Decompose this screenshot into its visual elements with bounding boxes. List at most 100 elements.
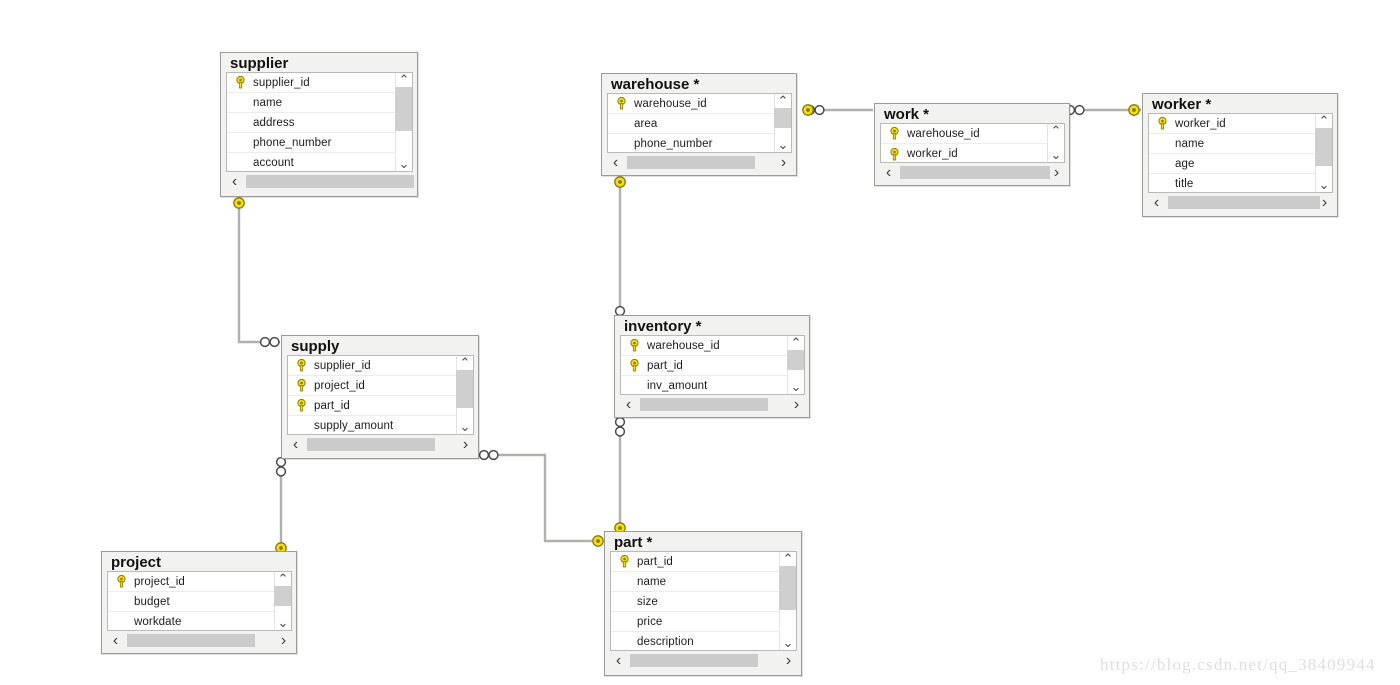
field-grid-warehouse[interactable]: warehouse_id area phone_number ⌃ ⌄ (607, 93, 792, 153)
field-row[interactable]: budget (108, 592, 291, 612)
scroll-down-icon[interactable]: ⌄ (460, 420, 471, 434)
vertical-scroll-thumb[interactable] (456, 370, 473, 408)
horizontal-scroll-thumb[interactable] (640, 397, 768, 411)
horizontal-scroll-track[interactable] (304, 437, 457, 451)
field-row[interactable]: price (611, 612, 796, 632)
field-row[interactable]: age (1149, 154, 1332, 174)
scroll-right-icon[interactable]: › (780, 652, 797, 668)
field-row[interactable]: project_id (108, 572, 291, 592)
field-row[interactable]: worker_id (1149, 114, 1332, 134)
horizontal-scroll-thumb[interactable] (1168, 195, 1320, 209)
entity-warehouse[interactable]: warehouse * warehouse_id area phone_number ⌃… (601, 73, 797, 176)
scroll-right-icon[interactable]: › (1048, 164, 1065, 180)
field-row[interactable]: warehouse_id (881, 124, 1064, 144)
entity-project[interactable]: project project_id budget workdate ⌃ ⌄ ‹ › (101, 551, 297, 654)
scroll-left-icon[interactable]: ‹ (607, 154, 624, 170)
scroll-left-icon[interactable]: ‹ (880, 164, 897, 180)
field-row[interactable]: warehouse_id (608, 94, 791, 114)
field-grid-part[interactable]: part_id name size price description ⌃ ⌄ (610, 551, 797, 651)
scroll-right-icon[interactable]: › (275, 632, 292, 648)
horizontal-scroll-thumb[interactable] (307, 437, 435, 451)
vertical-scroll-thumb[interactable] (395, 87, 412, 131)
entity-worker[interactable]: worker * worker_id name age title ⌃ ⌄ ‹ › (1142, 93, 1338, 217)
field-row[interactable]: part_id (288, 396, 473, 416)
field-row[interactable]: description (611, 632, 796, 650)
field-row[interactable]: supplier_id (227, 73, 412, 93)
horizontal-scroll-track[interactable] (624, 155, 775, 169)
entity-work[interactable]: work * warehouse_id worker_id ⌃ ⌄ ‹ › (874, 103, 1070, 186)
horizontal-scroll-track[interactable] (124, 633, 275, 647)
vertical-scrollbar-worker[interactable]: ⌃ ⌄ (1315, 114, 1332, 192)
vertical-scrollbar-warehouse[interactable]: ⌃ ⌄ (774, 94, 791, 152)
field-grid-worker[interactable]: worker_id name age title ⌃ ⌄ (1148, 113, 1333, 193)
field-row[interactable]: worker_id (881, 144, 1064, 162)
vertical-scrollbar-work[interactable]: ⌃ ⌄ (1047, 124, 1064, 162)
scroll-down-icon[interactable]: ⌄ (399, 157, 410, 171)
horizontal-scroll-track[interactable] (637, 397, 788, 411)
vertical-scroll-thumb[interactable] (274, 586, 291, 606)
horizontal-scroll-thumb[interactable] (246, 174, 414, 188)
scroll-up-icon[interactable]: ⌃ (278, 572, 289, 586)
field-grid-supplier[interactable]: supplier_id name address phone_number accoun… (226, 72, 413, 172)
vertical-scroll-thumb[interactable] (779, 566, 796, 610)
field-row[interactable]: supply_amount (288, 416, 473, 434)
horizontal-scroll-thumb[interactable] (630, 653, 758, 667)
vertical-scroll-thumb[interactable] (774, 108, 791, 128)
horizontal-scrollbar-inventory[interactable]: ‹ › (620, 395, 805, 413)
field-row[interactable]: account (227, 153, 412, 171)
scroll-left-icon[interactable]: ‹ (287, 436, 304, 452)
vertical-scrollbar-part[interactable]: ⌃ ⌄ (779, 552, 796, 650)
field-grid-project[interactable]: project_id budget workdate ⌃ ⌄ (107, 571, 292, 631)
field-row[interactable]: project_id (288, 376, 473, 396)
horizontal-scroll-thumb[interactable] (900, 165, 1050, 179)
horizontal-scroll-thumb[interactable] (627, 155, 755, 169)
horizontal-scroll-track[interactable] (1165, 195, 1320, 209)
field-row[interactable]: workdate (108, 612, 291, 630)
field-row[interactable]: name (611, 572, 796, 592)
horizontal-scroll-thumb[interactable] (127, 633, 255, 647)
horizontal-scrollbar-project[interactable]: ‹ › (107, 631, 292, 649)
scroll-down-icon[interactable]: ⌄ (778, 138, 789, 152)
field-row[interactable]: phone_number (227, 133, 412, 153)
scroll-up-icon[interactable]: ⌃ (783, 552, 794, 566)
vertical-scroll-thumb[interactable] (1315, 128, 1332, 166)
scroll-down-icon[interactable]: ⌄ (783, 636, 794, 650)
scroll-up-icon[interactable]: ⌃ (460, 356, 471, 370)
horizontal-scrollbar-warehouse[interactable]: ‹ › (607, 153, 792, 171)
scroll-down-icon[interactable]: ⌄ (791, 380, 802, 394)
vertical-scrollbar-inventory[interactable]: ⌃ ⌄ (787, 336, 804, 394)
vertical-scrollbar-supply[interactable]: ⌃ ⌄ (456, 356, 473, 434)
field-row[interactable]: name (227, 93, 412, 113)
scroll-up-icon[interactable]: ⌃ (791, 336, 802, 350)
field-grid-inventory[interactable]: warehouse_id part_id inv_amount ⌃ ⌄ (620, 335, 805, 395)
scroll-right-icon[interactable]: › (775, 154, 792, 170)
entity-part[interactable]: part * part_id name size price description ⌃ ⌄ ‹… (604, 531, 802, 676)
scroll-left-icon[interactable]: ‹ (107, 632, 124, 648)
entity-supply[interactable]: supply supplier_id project_id part_id supply… (281, 335, 479, 459)
field-row[interactable]: part_id (621, 356, 804, 376)
field-grid-work[interactable]: warehouse_id worker_id ⌃ ⌄ (880, 123, 1065, 163)
horizontal-scrollbar-part[interactable]: ‹ › (610, 651, 797, 669)
scroll-left-icon[interactable]: ‹ (620, 396, 637, 412)
field-row[interactable]: area (608, 114, 791, 134)
scroll-left-icon[interactable]: ‹ (1148, 194, 1165, 210)
vertical-scrollbar-project[interactable]: ⌃ ⌄ (274, 572, 291, 630)
horizontal-scrollbar-worker[interactable]: ‹ › (1148, 193, 1333, 211)
horizontal-scroll-track[interactable] (627, 653, 780, 667)
scroll-up-icon[interactable]: ⌃ (1319, 114, 1330, 128)
horizontal-scroll-track[interactable] (897, 165, 1050, 179)
field-row[interactable]: address (227, 113, 412, 133)
scroll-down-icon[interactable]: ⌄ (1051, 148, 1062, 162)
scroll-left-icon[interactable]: ‹ (610, 652, 627, 668)
scroll-right-icon[interactable]: › (457, 436, 474, 452)
scroll-up-icon[interactable]: ⌃ (1051, 124, 1062, 138)
horizontal-scrollbar-supply[interactable]: ‹ › (287, 435, 474, 453)
field-row[interactable]: warehouse_id (621, 336, 804, 356)
vertical-scroll-thumb[interactable] (787, 350, 804, 370)
field-row[interactable]: inv_amount (621, 376, 804, 394)
scroll-left-icon[interactable]: ‹ (226, 173, 243, 189)
field-row[interactable]: title (1149, 174, 1332, 192)
horizontal-scrollbar-work[interactable]: ‹ › (880, 163, 1065, 181)
scroll-down-icon[interactable]: ⌄ (1319, 178, 1330, 192)
entity-supplier[interactable]: supplier supplier_id name address phone_numb… (220, 52, 418, 197)
